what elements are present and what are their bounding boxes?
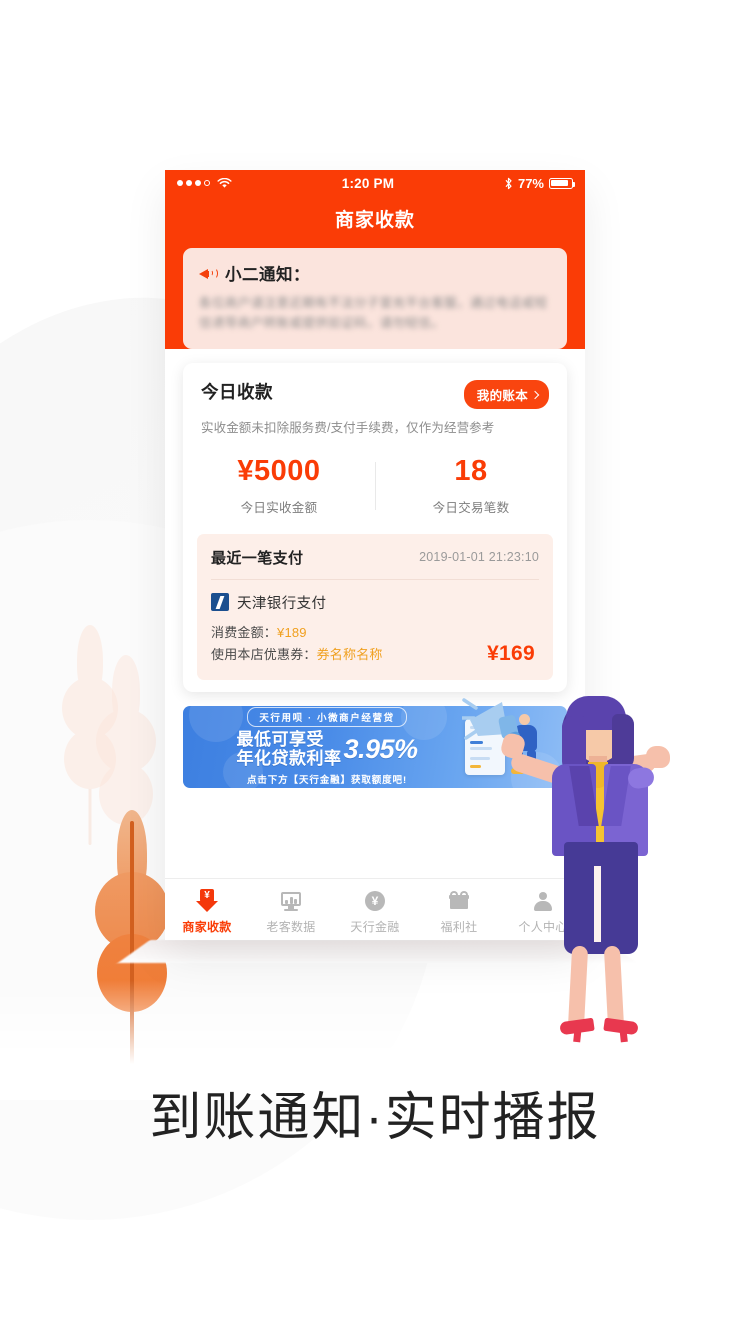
recent-coupon-label: 使用本店优惠券： <box>211 646 317 662</box>
battery-icon <box>549 177 576 189</box>
megaphone-icon <box>462 698 523 751</box>
notice-body: 各位商户请注意近期有不法分子冒充平台客服，通过电话或短信诱导商户转账或提供验证码… <box>199 296 548 330</box>
stat-count-value: 18 <box>454 455 488 487</box>
today-income-title: 今日收款 <box>201 382 273 402</box>
yen-circle-icon: ¥ <box>363 889 387 913</box>
payment-method-name: 天津银行支付 <box>237 595 327 612</box>
tab-finance[interactable]: ¥ 天行金融 <box>333 889 417 935</box>
tab-merchant-income-label: 商家收款 <box>182 919 232 934</box>
stat-count: 18 今日交易笔数 <box>375 455 567 516</box>
gift-icon <box>447 889 471 913</box>
speaker-icon <box>199 265 218 281</box>
bank-logo-icon <box>211 593 229 612</box>
status-bar: 1:20 PM 77% <box>165 170 585 196</box>
stat-amount: ¥5000 今日实收金额 <box>183 455 375 516</box>
today-income-card: 今日收款 我的账本 实收金额未扣除服务费/支付手续费，仅作为经营参考 ¥5000… <box>183 363 567 692</box>
recent-payment-time: 2019-01-01 21:23:10 <box>419 550 539 565</box>
tab-finance-label: 天行金融 <box>350 919 400 934</box>
woman-illustration <box>462 690 700 1043</box>
marketing-headline: 到账通知·实时播报 <box>149 1089 601 1147</box>
recent-coupon-value: 券名称名称 <box>316 646 383 662</box>
page-root: 1:20 PM 77% 商家收款 小二通知： 各位商户请注意近期有不法分子冒充平… <box>0 0 750 1334</box>
notice-title: 小二通知： <box>225 266 310 284</box>
today-income-subtitle: 实收金额未扣除服务费/支付手续费，仅作为经营参考 <box>201 421 495 435</box>
recent-payment-panel[interactable]: 最近一笔支付 2019-01-01 21:23:10 天津银行支付 消费金额：¥… <box>197 533 553 680</box>
notice-banner[interactable]: 小二通知： 各位商户请注意近期有不法分子冒充平台客服，通过电话或短信诱导商户转账… <box>183 248 567 349</box>
stats-row: ¥5000 今日实收金额 18 今日交易笔数 <box>183 436 567 534</box>
recent-amount-row: 消费金额：¥189 <box>211 622 487 644</box>
banner-rate: 3.95% <box>343 733 418 764</box>
page-title: 商家收款 <box>334 210 415 231</box>
tab-merchant-income[interactable]: ¥ 商家收款 <box>165 888 249 935</box>
stat-amount-value: ¥5000 <box>237 455 321 487</box>
my-ledger-button[interactable]: 我的账本 <box>463 380 549 409</box>
banner-line1: 最低可享受 <box>236 730 324 750</box>
status-bar-time: 1:20 PM <box>341 175 395 191</box>
banner-cta: 点击下方【天行金融】获取额度吧! <box>246 775 408 787</box>
tab-customer-data[interactable]: 老客数据 <box>249 889 333 935</box>
signal-dots-icon <box>177 180 210 186</box>
wifi-icon <box>217 177 232 188</box>
app-header: 1:20 PM 77% 商家收款 小二通知： 各位商户请注意近期有不法分子冒充平… <box>165 170 585 349</box>
bluetooth-icon <box>505 177 512 189</box>
recent-payment-title: 最近一笔支付 <box>211 549 304 567</box>
recent-amount-label: 消费金额： <box>211 624 278 640</box>
stat-count-label: 今日交易笔数 <box>432 500 510 515</box>
banner-tag: 天行用呗 · 小微商户经营贷 <box>247 707 407 728</box>
battery-percent-label: 77% <box>517 175 544 191</box>
recent-amount-value: ¥189 <box>277 624 307 640</box>
banner-line2: 年化贷款利率 <box>236 749 342 769</box>
stat-amount-label: 今日实收金额 <box>240 500 318 515</box>
bar-chart-icon <box>279 889 303 913</box>
chevron-right-icon <box>530 390 540 399</box>
my-ledger-label: 我的账本 <box>476 389 528 403</box>
recent-total-amount: ¥169 <box>487 641 535 665</box>
tab-customer-data-label: 老客数据 <box>266 919 316 934</box>
pay-arrow-icon: ¥ <box>195 888 219 913</box>
recent-coupon-row: 使用本店优惠券：券名称名称 <box>211 644 487 666</box>
